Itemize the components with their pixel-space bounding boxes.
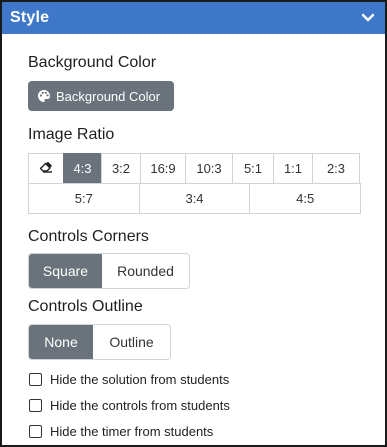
- checkbox-label: Hide the timer from students: [50, 424, 214, 439]
- palette-icon: [37, 89, 51, 103]
- ratio-option-4-3[interactable]: 4:3: [63, 153, 102, 184]
- chevron-down-icon[interactable]: [359, 9, 377, 27]
- panel-title: Style: [10, 9, 50, 26]
- checkbox[interactable]: [29, 425, 42, 438]
- ratio-option-3-4[interactable]: 3:4: [138, 183, 251, 214]
- checkbox[interactable]: [29, 399, 42, 412]
- ratio-option-1-1[interactable]: 1:1: [273, 153, 313, 184]
- ratio-row-2: 5:7 3:4 4:5: [28, 183, 362, 214]
- hide-timer-checkbox[interactable]: Hide the timer from students: [29, 424, 213, 439]
- checkbox-label: Hide the controls from students: [50, 398, 230, 413]
- style-panel: Style Background Color Background Color …: [0, 0, 387, 447]
- ratio-option-2-3[interactable]: 2:3: [312, 153, 360, 184]
- ratio-option-4-5[interactable]: 4:5: [249, 183, 362, 214]
- image-ratio-label: Image Ratio: [28, 126, 115, 143]
- ratio-option-16-9[interactable]: 16:9: [140, 153, 186, 184]
- outline-outline-button[interactable]: Outline: [93, 325, 170, 359]
- eraser-icon: [39, 161, 53, 176]
- ratio-option-10-3[interactable]: 10:3: [185, 153, 233, 184]
- hide-controls-checkbox[interactable]: Hide the controls from students: [29, 398, 230, 413]
- hide-solution-checkbox[interactable]: Hide the solution from students: [29, 372, 229, 387]
- background-color-label: Background Color: [28, 54, 157, 71]
- checkbox[interactable]: [29, 373, 42, 386]
- background-color-button-label: Background Color: [56, 88, 161, 104]
- clear-ratio-button[interactable]: [28, 153, 64, 184]
- ratio-option-5-1[interactable]: 5:1: [232, 153, 274, 184]
- image-ratio-grid: 4:3 3:2 16:9 10:3 5:1 1:1 2:3 5:7 3:4 4:…: [28, 153, 362, 214]
- outline-none-button[interactable]: None: [29, 325, 93, 359]
- ratio-option-3-2[interactable]: 3:2: [101, 153, 141, 184]
- ratio-option-5-7[interactable]: 5:7: [28, 183, 140, 214]
- controls-corners-label: Controls Corners: [28, 228, 149, 245]
- ratio-row-1: 4:3 3:2 16:9 10:3 5:1 1:1 2:3: [28, 153, 361, 184]
- background-color-button[interactable]: Background Color: [28, 81, 174, 111]
- checkbox-label: Hide the solution from students: [50, 372, 230, 387]
- controls-corners-toggle: Square Rounded: [28, 253, 190, 289]
- corners-rounded-button[interactable]: Rounded: [102, 254, 189, 288]
- panel-header[interactable]: Style: [2, 2, 385, 34]
- controls-outline-toggle: None Outline: [28, 324, 171, 360]
- corners-square-button[interactable]: Square: [29, 254, 102, 288]
- controls-outline-label: Controls Outline: [28, 298, 143, 315]
